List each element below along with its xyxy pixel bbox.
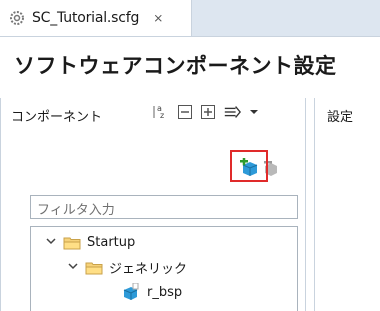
chevron-down-icon[interactable] — [245, 103, 263, 121]
filter-icon[interactable] — [223, 103, 241, 121]
folder-icon — [85, 261, 103, 275]
component-tree: Startup ジェネリック r_bsp — [30, 226, 298, 311]
expand-all-icon[interactable] — [199, 103, 217, 121]
collapse-all-icon[interactable] — [176, 103, 194, 121]
tree-item-label: r_bsp — [147, 284, 183, 300]
sort-alpha-icon[interactable]: az — [151, 103, 169, 121]
components-panel-title: コンポーネント — [11, 110, 103, 125]
folder-icon — [63, 236, 81, 250]
tree-item-generic[interactable]: ジェネリック — [67, 258, 187, 277]
add-component-highlight — [230, 150, 268, 182]
editor-tab[interactable]: SC_Tutorial.scfg ⨯ — [0, 0, 192, 36]
gear-icon — [8, 9, 26, 27]
tree-item-label: Startup — [87, 235, 136, 250]
svg-text:z: z — [160, 111, 164, 120]
close-icon[interactable]: ⨯ — [153, 11, 163, 25]
chevron-down-icon[interactable] — [45, 235, 57, 250]
component-icon — [121, 282, 139, 301]
filter-input[interactable]: フィルタ入力 — [30, 195, 298, 219]
chevron-down-icon[interactable] — [67, 260, 79, 275]
tree-item-startup[interactable]: Startup — [45, 235, 135, 250]
settings-panel: 設定 — [314, 98, 380, 311]
settings-panel-title: 設定 — [327, 110, 354, 125]
editor-tab-bar: SC_Tutorial.scfg ⨯ — [0, 0, 380, 37]
tree-item-label: ジェネリック — [109, 262, 188, 277]
tab-title: SC_Tutorial.scfg — [32, 10, 140, 26]
page-title: ソフトウェアコンポーネント設定 — [14, 54, 337, 78]
tree-item-r-bsp[interactable]: r_bsp — [121, 282, 183, 301]
